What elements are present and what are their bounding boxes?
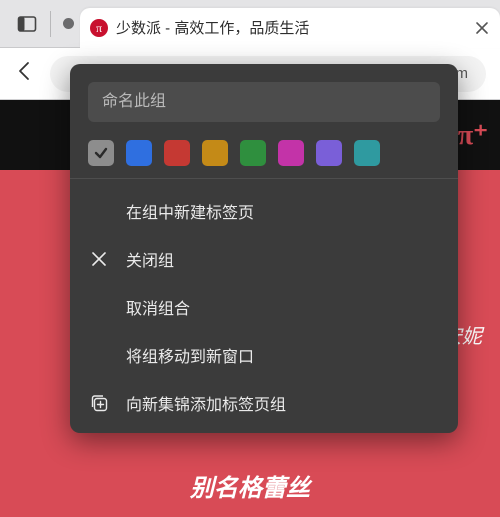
tab-group-menu: · 在组中新建标签页 关闭组 · 取消组合 · 将组移动到新窗口 向新集锦添加标… [70,64,458,433]
tab-favicon: π [90,19,108,37]
separator [70,178,458,179]
swatch-teal[interactable] [354,140,380,166]
tab-group-indicator[interactable] [63,18,74,29]
separator [50,11,51,37]
menu-move-to-window[interactable]: · 将组移动到新窗口 [70,331,458,379]
menu-label: 取消组合 [126,295,190,319]
swatch-blue[interactable] [126,140,152,166]
site-logo: π⁺ [458,118,488,152]
swatch-pink[interactable] [278,140,304,166]
close-icon[interactable] [474,20,490,36]
back-icon[interactable] [14,60,36,87]
menu-label: 向新集锦添加标签页组 [126,391,286,415]
page-text: 别名格蕾丝 [0,468,500,503]
menu-add-to-collection[interactable]: 向新集锦添加标签页组 [70,379,458,427]
collection-add-icon [88,392,110,414]
swatch-grey[interactable] [88,140,114,166]
group-name-input[interactable] [88,82,440,122]
swatch-purple[interactable] [316,140,342,166]
sidebar-toggle-icon[interactable] [16,13,38,35]
svg-text:π: π [96,21,102,35]
menu-new-tab-in-group[interactable]: · 在组中新建标签页 [70,187,458,235]
browser-tab[interactable]: π 少数派 - 高效工作，品质生活 [80,8,500,48]
swatch-green[interactable] [240,140,266,166]
color-picker [88,140,440,166]
close-icon [88,248,110,270]
menu-label: 关闭组 [126,247,174,271]
swatch-red[interactable] [164,140,190,166]
tab-title: 少数派 - 高效工作，品质生活 [116,17,466,38]
menu-close-group[interactable]: 关闭组 [70,235,458,283]
menu-label: 在组中新建标签页 [126,199,254,223]
menu-label: 将组移动到新窗口 [126,343,254,367]
menu-ungroup[interactable]: · 取消组合 [70,283,458,331]
swatch-yellow[interactable] [202,140,228,166]
browser-titlebar: π 少数派 - 高效工作，品质生活 [0,0,500,48]
